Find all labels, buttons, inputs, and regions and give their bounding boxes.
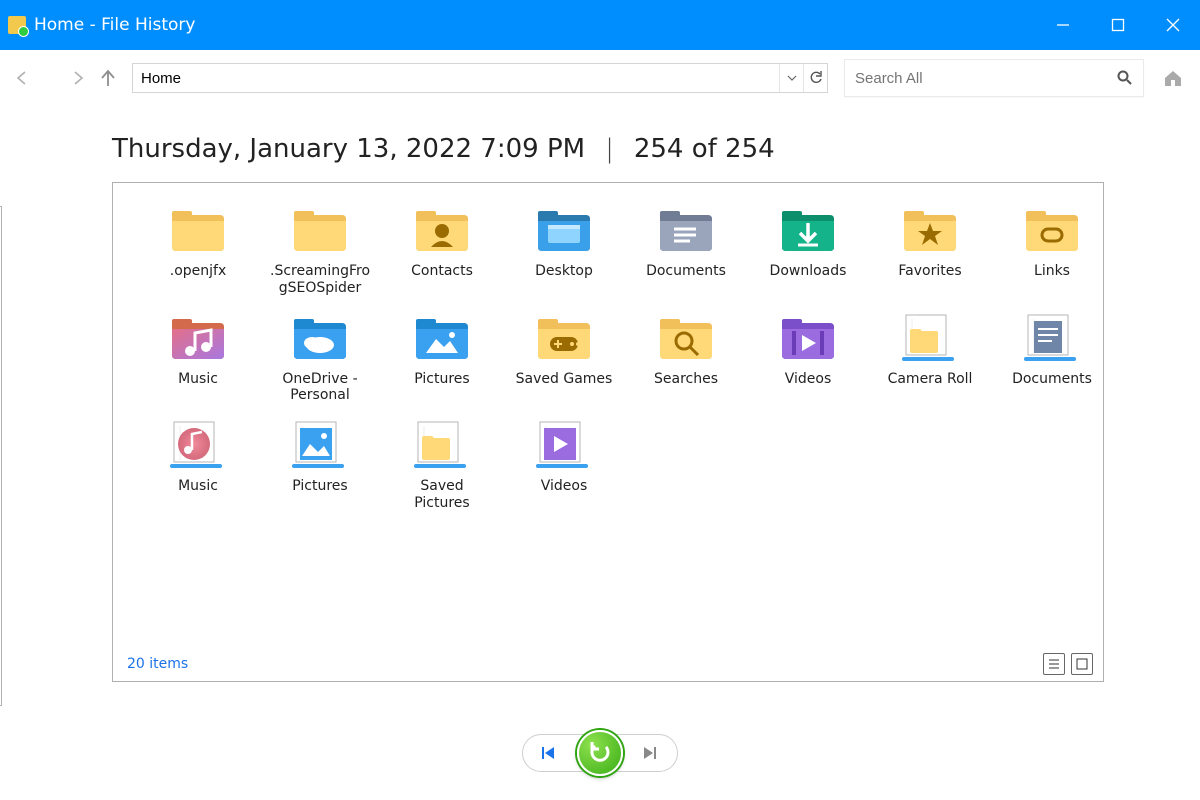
file-item[interactable]: Videos (753, 307, 863, 405)
folder-documents-icon (651, 201, 721, 259)
file-item-label: OneDrive - Personal (270, 371, 370, 405)
file-item[interactable]: OneDrive - Personal (265, 307, 375, 405)
details-view-button[interactable] (1043, 653, 1065, 675)
app-icon (8, 16, 26, 34)
library-videos-icon (529, 416, 599, 474)
library-saved-pictures-icon (407, 416, 477, 474)
file-item-label: Videos (541, 478, 588, 496)
title-bar: Home - File History (0, 0, 1200, 50)
file-item-label: Favorites (898, 263, 961, 281)
file-item[interactable]: Music (143, 414, 253, 512)
status-item-count: 20 items (127, 656, 188, 672)
folder-music-icon (163, 309, 233, 367)
library-music-icon (163, 416, 233, 474)
file-item-label: Documents (646, 263, 726, 281)
file-item-label: .openjfx (170, 263, 227, 281)
file-item[interactable]: Downloads (753, 199, 863, 297)
maximize-button[interactable] (1090, 0, 1145, 50)
search-bar[interactable] (844, 59, 1144, 97)
file-item-label: Saved Games (516, 371, 613, 389)
content-panel: .openjfx .ScreamingFrogSEOSpider Contact… (112, 182, 1104, 682)
file-item[interactable]: Camera Roll (875, 307, 985, 405)
file-item[interactable]: Videos (509, 414, 619, 512)
file-item[interactable]: Searches (631, 307, 741, 405)
file-item-label: Desktop (535, 263, 593, 281)
heading-separator: | (605, 134, 614, 164)
library-documents-icon (1017, 309, 1087, 367)
folder-games-icon (529, 309, 599, 367)
folder-videos-icon (773, 309, 843, 367)
address-input[interactable] (133, 70, 779, 87)
file-item[interactable]: .openjfx (143, 199, 253, 297)
folder-favorites-icon (895, 201, 965, 259)
file-item-label: Music (178, 478, 218, 496)
version-heading: Thursday, January 13, 2022 7:09 PM | 254… (0, 106, 1200, 182)
file-item-label: .ScreamingFrogSEOSpider (270, 263, 370, 297)
navigation-bar (0, 50, 1200, 106)
close-button[interactable] (1145, 0, 1200, 50)
folder-desktop-icon (529, 201, 599, 259)
folder-downloads-icon (773, 201, 843, 259)
version-date: Thursday, January 13, 2022 7:09 PM (112, 134, 585, 164)
folder-pictures-icon (407, 309, 477, 367)
refresh-button[interactable] (803, 64, 827, 92)
next-version-button[interactable] (623, 735, 677, 771)
search-input[interactable] (845, 70, 1107, 87)
file-item-label: Links (1034, 263, 1070, 281)
file-item-label: Pictures (292, 478, 347, 496)
file-item[interactable]: Pictures (387, 307, 497, 405)
version-count: 254 of 254 (634, 134, 775, 164)
library-pictures-icon (285, 416, 355, 474)
folder-onedrive-icon (285, 309, 355, 367)
file-item[interactable]: Music (143, 307, 253, 405)
file-item-label: Saved Pictures (392, 478, 492, 512)
window-title: Home - File History (34, 15, 195, 35)
minimize-button[interactable] (1035, 0, 1090, 50)
restore-button[interactable] (577, 730, 623, 776)
folder-icon (163, 201, 233, 259)
folder-search-icon (651, 309, 721, 367)
file-item-label: Pictures (414, 371, 469, 389)
previous-version-button[interactable] (523, 735, 577, 771)
library-camera-icon (895, 309, 965, 367)
folder-links-icon (1017, 201, 1087, 259)
file-item-label: Music (178, 371, 218, 389)
file-item[interactable]: Documents (631, 199, 741, 297)
file-item[interactable]: Pictures (265, 414, 375, 512)
file-item-label: Documents (1012, 371, 1092, 389)
file-item-label: Searches (654, 371, 718, 389)
file-grid: .openjfx .ScreamingFrogSEOSpider Contact… (113, 183, 1103, 512)
search-button[interactable] (1107, 60, 1143, 96)
file-item[interactable]: Saved Games (509, 307, 619, 405)
file-item[interactable]: .ScreamingFrogSEOSpider (265, 199, 375, 297)
file-item[interactable]: Documents (997, 307, 1107, 405)
up-button[interactable] (96, 66, 120, 90)
folder-contacts-icon (407, 201, 477, 259)
back-button[interactable] (10, 66, 34, 90)
address-dropdown-button[interactable] (779, 64, 803, 92)
home-button[interactable] (1158, 63, 1188, 93)
file-item-label: Videos (785, 371, 832, 389)
folder-icon (285, 201, 355, 259)
file-item-label: Contacts (411, 263, 473, 281)
previous-version-pane-edge (0, 206, 2, 706)
file-item[interactable]: Desktop (509, 199, 619, 297)
file-item[interactable]: Contacts (387, 199, 497, 297)
address-bar[interactable] (132, 63, 828, 93)
file-item[interactable]: Favorites (875, 199, 985, 297)
file-item-label: Camera Roll (888, 371, 973, 389)
forward-button[interactable] (66, 66, 90, 90)
file-item[interactable]: Links (997, 199, 1107, 297)
file-item-label: Downloads (770, 263, 847, 281)
icons-view-button[interactable] (1071, 653, 1093, 675)
playback-controls (522, 734, 678, 772)
file-item[interactable]: Saved Pictures (387, 414, 497, 512)
